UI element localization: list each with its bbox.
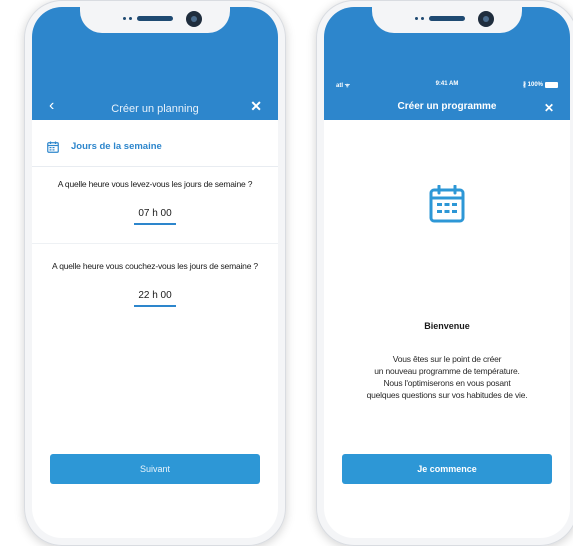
camera-icon	[478, 11, 494, 27]
page-title: Créer un programme	[397, 101, 497, 112]
status-battery: ∦ 100%	[523, 81, 558, 88]
next-button[interactable]: Suivant	[50, 454, 260, 484]
speaker-grille	[429, 16, 465, 21]
sensor-dot	[415, 17, 418, 20]
phone-frame-left: ‹ Créer un planning ✕ Jours de la semain…	[24, 0, 286, 546]
section-label: Jours de la semaine	[71, 141, 162, 152]
header-right: atl ᯤ 9:41 AM ∦ 100% Créer un programme …	[324, 7, 570, 120]
sleep-time-underline	[134, 305, 176, 307]
battery-icon	[545, 81, 558, 88]
question-sleep-time: A quelle heure vous couchez-vous les jou…	[52, 261, 258, 271]
screen-left: ‹ Créer un planning ✕ Jours de la semain…	[32, 7, 278, 538]
speaker-grille	[137, 16, 173, 21]
calendar-icon	[47, 141, 59, 153]
phone-frame-right: atl ᯤ 9:41 AM ∦ 100% Créer un programme …	[316, 0, 573, 546]
sleep-time-input[interactable]: 22 h 00	[133, 290, 177, 301]
start-button[interactable]: Je commence	[342, 454, 552, 484]
page-title: Créer un planning	[111, 103, 199, 115]
welcome-line: quelques questions sur vos habitudes de …	[366, 390, 528, 400]
phone-notch	[372, 7, 522, 33]
status-bar: atl ᯤ 9:41 AM ∦ 100%	[324, 79, 570, 91]
sensor-dot	[129, 17, 132, 20]
screen-right: atl ᯤ 9:41 AM ∦ 100% Créer un programme …	[324, 7, 570, 538]
welcome-line: Vous êtes sur le point de créer	[392, 354, 502, 364]
welcome-line: Nous l'optimiserons en vous posant	[383, 378, 511, 388]
sensor-dot	[421, 17, 424, 20]
welcome-description: Vous êtes sur le point de créer un nouve…	[334, 353, 560, 401]
divider	[32, 243, 278, 244]
battery-label: ∦ 100%	[522, 82, 543, 88]
close-icon[interactable]: ✕	[250, 99, 262, 113]
calendar-icon	[429, 185, 465, 223]
close-icon[interactable]: ✕	[544, 101, 554, 115]
phone-notch	[80, 7, 230, 33]
camera-icon	[186, 11, 202, 27]
welcome-title: Bienvenue	[424, 321, 470, 331]
section-header-weekdays[interactable]: Jours de la semaine	[32, 127, 278, 167]
question-wake-time: A quelle heure vous levez-vous les jours…	[57, 179, 253, 189]
wake-time-input[interactable]: 07 h 00	[133, 208, 177, 219]
wake-time-underline	[134, 223, 176, 225]
welcome-line: un nouveau programme de température.	[374, 366, 520, 376]
sensor-dot	[123, 17, 126, 20]
header-left: ‹ Créer un planning ✕	[32, 7, 278, 120]
